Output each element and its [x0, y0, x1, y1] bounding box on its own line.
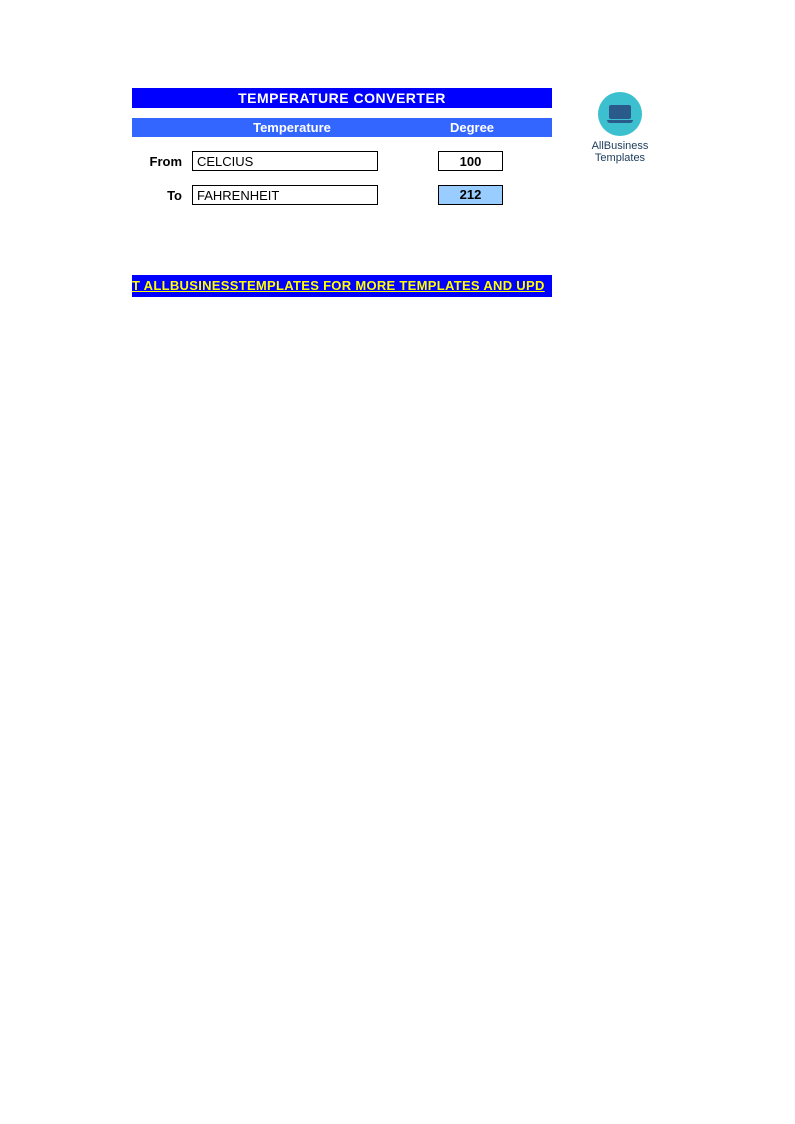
subheader-degree: Degree: [392, 120, 552, 135]
converter-panel: TEMPERATURE CONVERTER Temperature Degree…: [132, 88, 552, 205]
brand-logo[interactable]: AllBusiness Templates: [580, 92, 660, 164]
to-row: To 212: [132, 185, 552, 205]
from-degree-input[interactable]: [438, 151, 503, 171]
from-unit-input[interactable]: [192, 151, 378, 171]
logo-line1: AllBusiness: [580, 140, 660, 152]
title-bar: TEMPERATURE CONVERTER: [132, 88, 552, 108]
laptop-icon: [598, 92, 642, 136]
subheader-row: Temperature Degree: [132, 118, 552, 137]
to-degree-output: 212: [438, 185, 503, 205]
from-row: From: [132, 151, 552, 171]
footer-link-bar: T ALLBUSINESSTEMPLATES FOR MORE TEMPLATE…: [132, 275, 552, 297]
from-label: From: [132, 154, 192, 169]
logo-line2: Templates: [580, 152, 660, 164]
to-label: To: [132, 188, 192, 203]
subheader-temperature: Temperature: [192, 120, 392, 135]
footer-link[interactable]: T ALLBUSINESSTEMPLATES FOR MORE TEMPLATE…: [132, 278, 545, 293]
to-unit-input[interactable]: [192, 185, 378, 205]
